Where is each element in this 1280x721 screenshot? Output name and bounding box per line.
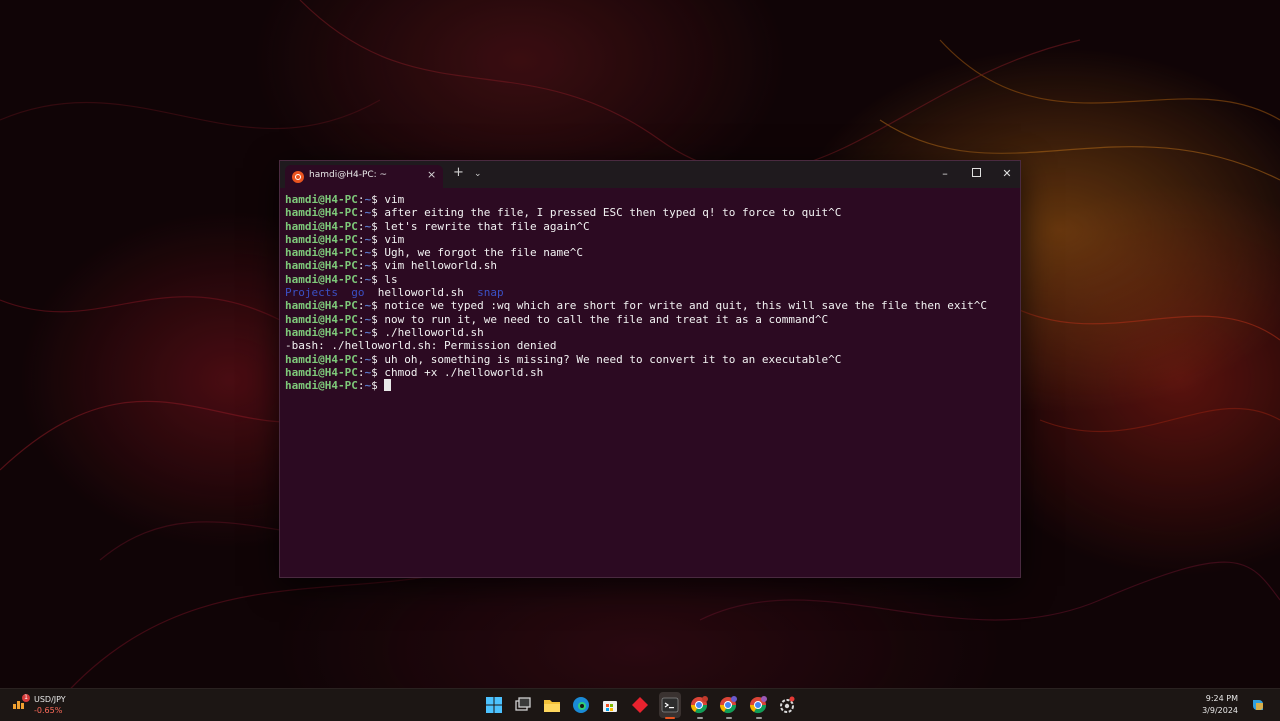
text-cursor <box>384 379 392 392</box>
edge-browser-icon[interactable] <box>572 696 590 714</box>
prompt-symbol: $ <box>371 246 385 260</box>
stock-widget[interactable]: 1 USD/JPY -0.65% <box>10 693 90 717</box>
prompt-symbol: $ <box>371 206 385 220</box>
notification-badge: 1 <box>22 694 30 702</box>
prompt-symbol: $ <box>371 193 385 206</box>
file-entry: helloworld.sh <box>377 286 464 300</box>
windows-start-icon[interactable] <box>485 696 503 714</box>
terminal-line: hamdi@H4-PC:~$ vim <box>285 233 1015 246</box>
ls-output-line: Projects go helloworld.sh snap <box>285 286 1015 299</box>
command-text: after eiting the file, I pressed ESC the… <box>384 206 842 220</box>
command-text: ./helloworld.sh <box>384 325 484 339</box>
directory-entry: snap <box>477 286 504 300</box>
terminal-line: hamdi@H4-PC:~$ <box>285 379 1015 392</box>
command-text: now to run it, we need to call the file … <box>384 312 829 326</box>
directory-entry: Projects <box>285 286 338 300</box>
chrome-profile-h2-icon[interactable] <box>719 696 737 714</box>
terminal-titlebar[interactable]: hamdi@H4-PC: ~ × + ⌄ – ✕ <box>280 161 1020 188</box>
widget-title: USD/JPY <box>34 695 66 704</box>
prompt-symbol: $ <box>371 325 385 339</box>
command-text: let's rewrite that file again^C <box>384 219 590 233</box>
prompt-user: hamdi@H4-PC <box>285 379 358 393</box>
running-indicator <box>726 717 732 719</box>
running-indicator <box>697 717 703 719</box>
error-line: -bash: ./helloworld.sh: Permission denie… <box>285 339 557 353</box>
terminal-line: hamdi@H4-PC:~$ uh oh, something is missi… <box>285 353 1015 366</box>
close-window-button[interactable]: ✕ <box>997 166 1017 182</box>
active-indicator <box>665 717 675 719</box>
maximize-button[interactable] <box>966 166 986 182</box>
terminal-line: hamdi@H4-PC:~$ Ugh, we forgot the file n… <box>285 246 1015 259</box>
terminal-window[interactable]: hamdi@H4-PC: ~ × + ⌄ – ✕ hamdi@H4-PC:~$ … <box>279 160 1021 578</box>
clock-time[interactable]: 9:24 PM <box>1192 694 1238 703</box>
prompt-user: hamdi@H4-PC <box>285 259 358 273</box>
terminal-line: hamdi@H4-PC:~$ after eiting the file, I … <box>285 206 1015 219</box>
terminal-line: hamdi@H4-PC:~$ ls <box>285 273 1015 286</box>
prompt-symbol: $ <box>371 365 385 379</box>
widget-change: -0.65% <box>34 706 63 715</box>
red-diamond-app-icon[interactable] <box>631 696 649 714</box>
taskbar: 1 USD/JPY -0.65% 9:24 PM 3/9/2024 <box>0 688 1280 721</box>
prompt-user: hamdi@H4-PC <box>285 219 358 233</box>
command-text: uh oh, something is missing? We need to … <box>384 352 842 366</box>
task-view-icon[interactable] <box>514 696 532 714</box>
tab-title: hamdi@H4-PC: ~ <box>309 170 388 180</box>
prompt-symbol: $ <box>371 232 385 246</box>
chrome-profile-h-icon[interactable] <box>690 696 708 714</box>
prompt-symbol: $ <box>371 272 385 286</box>
prompt-user: hamdi@H4-PC <box>285 272 358 286</box>
terminal-output[interactable]: hamdi@H4-PC:~$ vim hamdi@H4-PC:~$ after e… <box>285 193 1015 392</box>
command-text: ls <box>384 272 398 286</box>
prompt-symbol: $ <box>371 219 385 233</box>
new-tab-button[interactable]: + <box>453 166 464 180</box>
prompt-user: hamdi@H4-PC <box>285 299 358 313</box>
chrome-profile-p-icon[interactable] <box>749 696 767 714</box>
prompt-symbol: $ <box>371 379 385 393</box>
terminal-line: hamdi@H4-PC:~$ vim helloworld.sh <box>285 259 1015 272</box>
command-text: vim <box>384 232 405 246</box>
settings-gear-icon[interactable] <box>778 696 796 714</box>
ubuntu-icon <box>292 171 304 183</box>
command-text: notice we typed :wq which are short for … <box>384 299 988 313</box>
terminal-line: hamdi@H4-PC:~$ now to run it, we need to… <box>285 313 1015 326</box>
prompt-user: hamdi@H4-PC <box>285 352 358 366</box>
minimize-button[interactable]: – <box>935 166 955 182</box>
terminal-line: hamdi@H4-PC:~$ ./helloworld.sh <box>285 326 1015 339</box>
terminal-icon[interactable] <box>661 696 679 714</box>
terminal-line: hamdi@H4-PC:~$ vim <box>285 193 1015 206</box>
prompt-symbol: $ <box>371 352 385 366</box>
prompt-symbol: $ <box>371 299 385 313</box>
prompt-user: hamdi@H4-PC <box>285 232 358 246</box>
command-text: vim <box>384 193 405 206</box>
terminal-line: hamdi@H4-PC:~$ let's rewrite that file a… <box>285 220 1015 233</box>
directory-entry: go <box>351 286 365 300</box>
terminal-tab[interactable]: hamdi@H4-PC: ~ × <box>285 165 443 188</box>
copilot-icon[interactable] <box>1250 697 1266 713</box>
file-explorer-icon[interactable] <box>543 696 561 714</box>
prompt-symbol: $ <box>371 259 385 273</box>
maximize-icon <box>971 168 981 177</box>
prompt-user: hamdi@H4-PC <box>285 206 358 220</box>
running-indicator <box>756 717 762 719</box>
prompt-symbol: $ <box>371 312 385 326</box>
command-text: Ugh, we forgot the file name^C <box>384 246 584 260</box>
command-text: chmod +x ./helloworld.sh <box>384 365 544 379</box>
clock-date[interactable]: 3/9/2024 <box>1192 706 1238 715</box>
terminal-line: hamdi@H4-PC:~$ notice we typed :wq which… <box>285 299 1015 312</box>
prompt-user: hamdi@H4-PC <box>285 325 358 339</box>
prompt-user: hamdi@H4-PC <box>285 365 358 379</box>
prompt-user: hamdi@H4-PC <box>285 193 358 206</box>
command-text: vim helloworld.sh <box>384 259 497 273</box>
prompt-user: hamdi@H4-PC <box>285 312 358 326</box>
prompt-user: hamdi@H4-PC <box>285 246 358 260</box>
terminal-line: hamdi@H4-PC:~$ chmod +x ./helloworld.sh <box>285 366 1015 379</box>
microsoft-store-icon[interactable] <box>601 696 619 714</box>
tab-dropdown-icon[interactable]: ⌄ <box>474 169 482 179</box>
tab-close-icon[interactable]: × <box>427 168 436 181</box>
